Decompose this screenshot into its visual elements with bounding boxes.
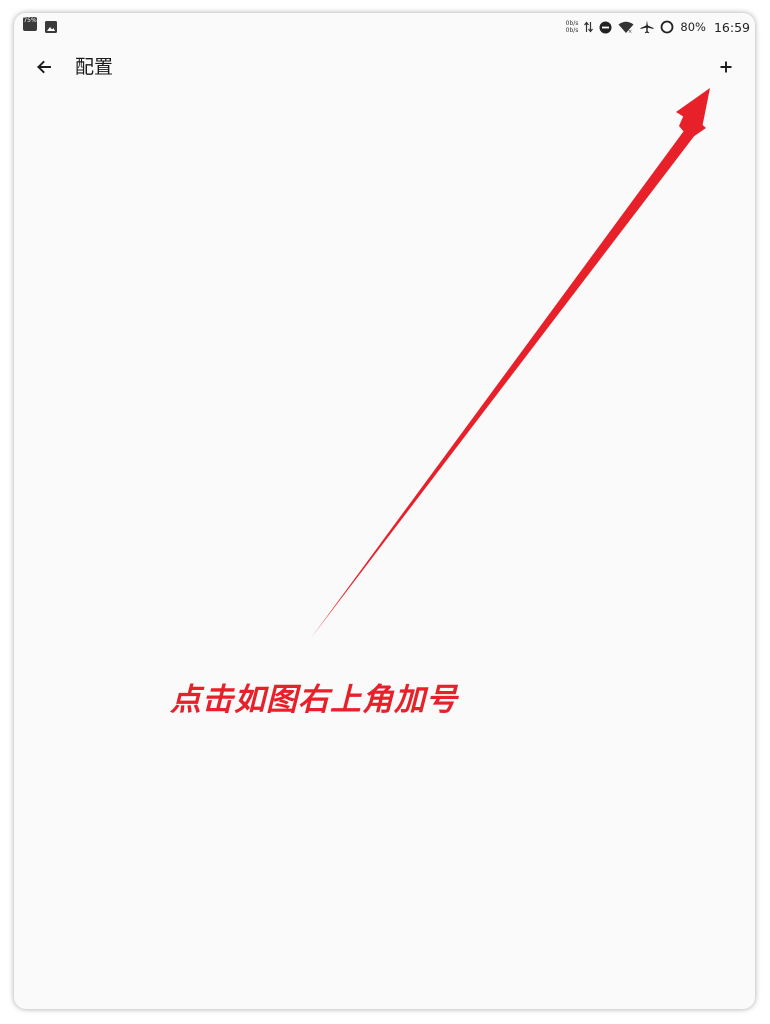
do-not-disturb-icon (599, 21, 612, 34)
device-screen: 75% 0b/s 0b/s × 80% 16:59 配置 (14, 13, 755, 1009)
battery-ring-icon (660, 20, 674, 34)
annotation-text: 点击如图右上角加号 (170, 682, 458, 718)
wifi-off-icon: × (618, 21, 634, 34)
net-speed: 0b/s 0b/s (566, 20, 579, 34)
net-speed-down: 0b/s (565, 27, 579, 34)
app-toolbar: 配置 (14, 49, 755, 85)
back-button[interactable] (32, 55, 56, 79)
net-speed-up: 0b/s (565, 20, 579, 27)
airplane-mode-icon (640, 20, 654, 34)
image-notification-icon (45, 18, 57, 33)
notification-icon-text: 75% (23, 17, 37, 24)
page-title: 配置 (75, 56, 114, 78)
status-clock: 16:59 (713, 19, 750, 35)
status-bar: 75% 0b/s 0b/s × 80% 16:59 (14, 13, 755, 41)
battery-percent: 80% (680, 20, 706, 34)
svg-text:×: × (628, 29, 632, 34)
status-right: 0b/s 0b/s × 80% 16:59 (566, 17, 750, 37)
data-transfer-icon (584, 21, 594, 33)
notification-app-icon: 75% (23, 17, 37, 31)
plus-icon (720, 61, 732, 73)
add-button[interactable] (714, 55, 738, 79)
status-left: 75% (23, 17, 57, 33)
arrow-left-icon (37, 60, 51, 74)
